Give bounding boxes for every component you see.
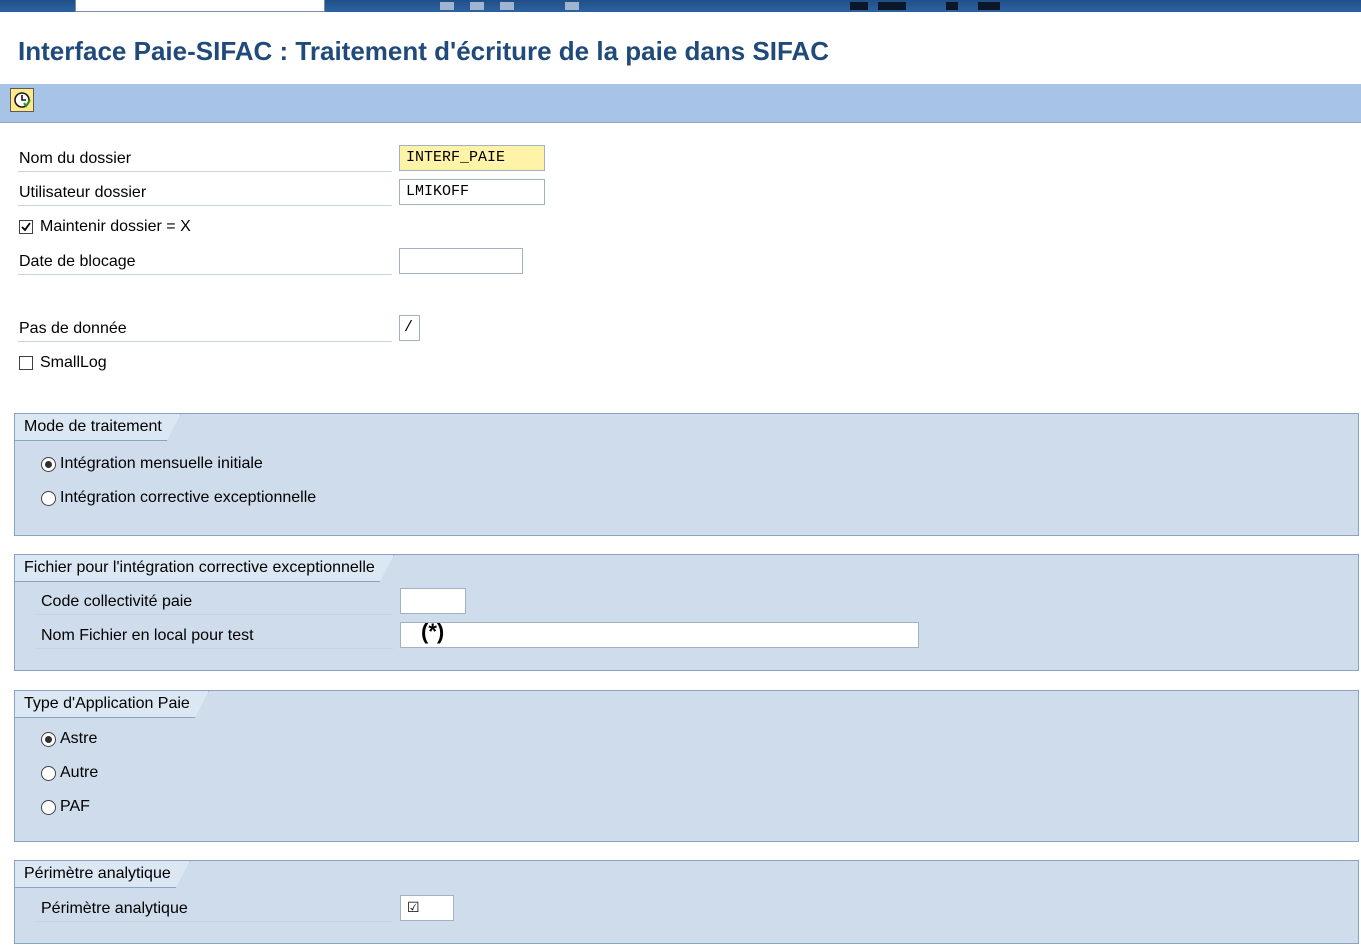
application-toolbar (0, 84, 1361, 123)
mode-traitement-title: Mode de traitement (15, 414, 181, 441)
type-astre-label: Astre (60, 730, 98, 747)
pas-donnee-input[interactable]: / (399, 315, 420, 341)
required-annotation: (*) (421, 619, 445, 644)
page-title: Interface Paie-SIFAC : Traitement d'écri… (18, 36, 829, 66)
execute-button[interactable] (10, 88, 34, 112)
checkmark-icon (21, 222, 31, 232)
code-collectivite-input[interactable] (400, 588, 466, 614)
row-divider (37, 614, 393, 615)
perimetre-input[interactable]: ☑ (400, 895, 454, 921)
row-divider (37, 921, 393, 922)
maintenir-checkbox[interactable] (19, 220, 33, 234)
toolbar-icon[interactable] (470, 2, 484, 10)
type-astre-radio[interactable] (41, 732, 56, 747)
row-divider (18, 341, 392, 342)
code-collectivite-label: Code collectivité paie (41, 593, 193, 610)
perimetre-title: Périmètre analytique (15, 861, 190, 888)
type-application-title: Type d'Application Paie (15, 691, 209, 718)
toolbar-icon[interactable] (850, 2, 868, 10)
toolbar-icon[interactable] (978, 2, 1000, 10)
selection-screen: Nom du dossier INTERF_PAIE Utilisateur d… (0, 123, 1361, 952)
execute-clock-icon (14, 92, 31, 108)
row-divider (18, 171, 392, 172)
mode-mensuelle-radio[interactable] (41, 457, 56, 472)
date-blocage-input[interactable] (399, 248, 523, 274)
nom-fichier-label: Nom Fichier en local pour test (41, 627, 254, 644)
type-autre-label: Autre (60, 764, 99, 781)
mode-mensuelle-label: Intégration mensuelle initiale (60, 455, 263, 472)
mode-corrective-radio[interactable] (41, 491, 56, 506)
utilisateur-label: Utilisateur dossier (19, 184, 147, 201)
fichier-frame: Fichier pour l'intégration corrective ex… (14, 554, 1359, 671)
date-blocage-label: Date de blocage (19, 253, 136, 270)
smalllog-checkbox[interactable] (19, 356, 33, 370)
perimetre-label: Périmètre analytique (41, 900, 188, 917)
pas-donnee-label: Pas de donnée (19, 320, 127, 337)
window-top-strip (0, 0, 1361, 12)
perimetre-frame: Périmètre analytique Périmètre analytiqu… (14, 860, 1359, 944)
toolbar-icon[interactable] (565, 2, 579, 10)
toolbar-icon[interactable] (946, 2, 958, 10)
command-field[interactable] (75, 0, 325, 12)
smalllog-label: SmallLog (40, 354, 107, 371)
type-application-frame: Type d'Application Paie Astre Autre PAF (14, 690, 1359, 842)
nom-dossier-input[interactable]: INTERF_PAIE (399, 145, 545, 171)
mode-traitement-frame: Mode de traitement Intégration mensuelle… (14, 413, 1359, 536)
mode-corrective-label: Intégration corrective exceptionnelle (60, 489, 317, 506)
utilisateur-input[interactable]: LMIKOFF (399, 179, 545, 205)
row-divider (18, 205, 392, 206)
fichier-title: Fichier pour l'intégration corrective ex… (15, 555, 394, 582)
toolbar-icon[interactable] (440, 2, 454, 10)
row-divider (18, 274, 392, 275)
toolbar-icon[interactable] (500, 2, 514, 10)
maintenir-label: Maintenir dossier = X (40, 218, 191, 235)
row-divider (37, 648, 393, 649)
type-autre-radio[interactable] (41, 766, 56, 781)
type-paf-radio[interactable] (41, 800, 56, 815)
nom-fichier-input[interactable] (400, 622, 919, 648)
toolbar-icon[interactable] (878, 2, 906, 10)
nom-dossier-label: Nom du dossier (19, 150, 132, 167)
type-paf-label: PAF (60, 798, 90, 815)
